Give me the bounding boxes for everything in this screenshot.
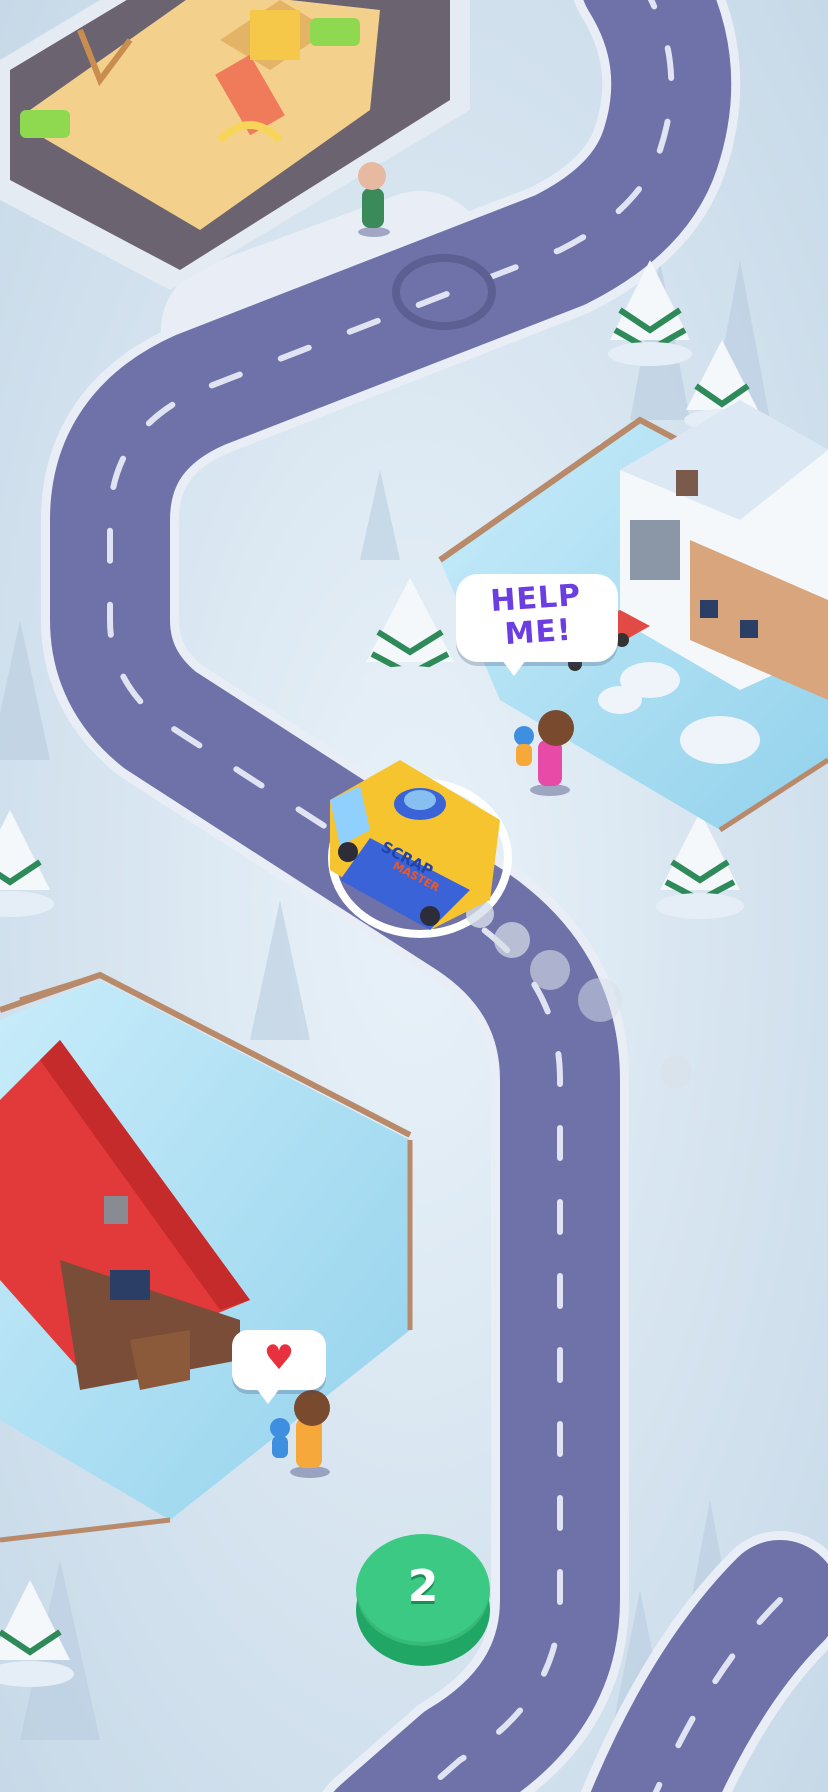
heart-icon: ♥ [263, 1338, 295, 1378]
help-speech-bubble: HELP ME! [456, 574, 618, 676]
level-button[interactable]: 2 [352, 1528, 494, 1670]
level-number: 2 [407, 1561, 439, 1612]
heart-speech-bubble: ♥ [232, 1330, 326, 1404]
help-text: HELP ME! [489, 577, 583, 653]
game-map: SCRAP MASTER [0, 0, 828, 1792]
